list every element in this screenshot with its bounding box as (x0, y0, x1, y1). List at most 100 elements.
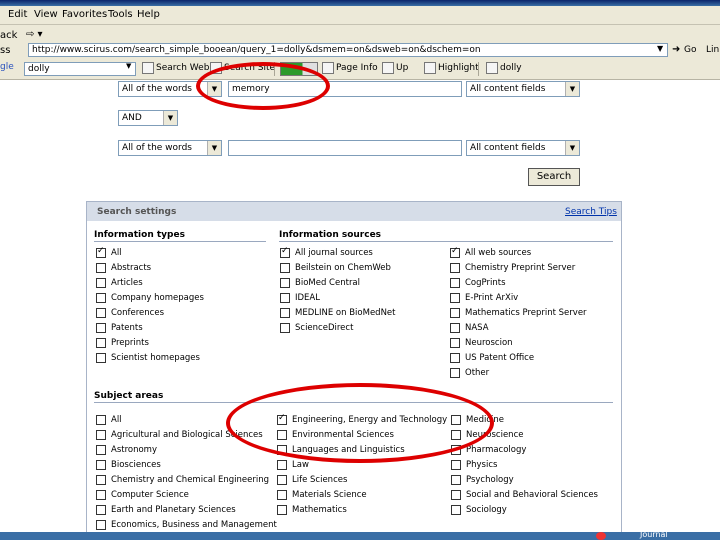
checkbox[interactable] (96, 293, 106, 303)
checkbox[interactable] (96, 505, 106, 515)
checkbox-row[interactable]: Abstracts (96, 263, 151, 273)
checkbox[interactable] (96, 430, 106, 440)
checkbox-row[interactable]: Agricultural and Biological Sciences (96, 430, 263, 440)
checkbox-row[interactable]: Company homepages (96, 293, 204, 303)
checkbox-row[interactable]: Sociology (451, 505, 507, 515)
checkbox[interactable] (96, 278, 106, 288)
checkbox[interactable] (96, 520, 106, 530)
checkbox-row[interactable]: IDEAL (280, 293, 320, 303)
checkbox-row[interactable]: Law (277, 460, 309, 470)
checkbox-row[interactable]: Psychology (451, 475, 514, 485)
checkbox[interactable] (277, 460, 287, 470)
checkbox[interactable] (277, 475, 287, 485)
checkbox[interactable] (280, 323, 290, 333)
checkbox-row[interactable]: E-Print ArXiv (450, 293, 518, 303)
checkbox-row[interactable]: MEDLINE on BioMedNet (280, 308, 396, 318)
checkbox[interactable] (96, 263, 106, 273)
checkbox-row[interactable]: Engineering, Energy and Technology (277, 413, 447, 425)
checkbox[interactable] (451, 505, 461, 515)
checkbox-row[interactable]: Computer Science (96, 490, 189, 500)
checkbox[interactable] (451, 415, 461, 425)
checkbox-row[interactable]: Life Sciences (277, 475, 347, 485)
checkbox-row[interactable]: Beilstein on ChemWeb (280, 263, 391, 273)
checkbox[interactable] (96, 338, 106, 348)
checkbox-row[interactable]: Other (450, 368, 489, 378)
checkbox-row[interactable]: NASA (450, 323, 489, 333)
checkbox[interactable] (96, 323, 106, 333)
checkbox-row[interactable]: Languages and Linguistics (277, 445, 405, 455)
up-button[interactable]: Up (382, 62, 408, 74)
checkbox[interactable] (96, 460, 106, 470)
checkbox-row[interactable]: Social and Behavioral Sciences (451, 490, 598, 500)
checkbox[interactable] (450, 293, 460, 303)
taskbar-item[interactable]: Journal (640, 530, 668, 539)
checkbox[interactable] (280, 263, 290, 273)
menu-favorites[interactable]: Favorites (62, 9, 107, 20)
checkbox-row[interactable]: Mathematics Preprint Server (450, 308, 587, 318)
checkbox[interactable] (450, 368, 460, 378)
checkbox-row[interactable]: Environmental Sciences (277, 430, 394, 440)
menu-help[interactable]: Help (137, 9, 160, 20)
checkbox-row[interactable]: All (96, 246, 122, 258)
fields-select-1[interactable]: All content fields ▼ (466, 81, 580, 97)
menu-tools[interactable]: Tools (108, 9, 133, 20)
checkbox[interactable] (96, 475, 106, 485)
checkbox-row[interactable]: Materials Science (277, 490, 367, 500)
checkbox[interactable] (277, 430, 287, 440)
checkbox[interactable] (277, 490, 287, 500)
checkbox-row[interactable]: CogPrints (450, 278, 506, 288)
go-arrow-icon[interactable]: ➜ (672, 44, 680, 55)
checkbox-row[interactable]: Chemistry Preprint Server (450, 263, 575, 273)
checkbox[interactable] (451, 490, 461, 500)
checkbox-checked[interactable] (96, 246, 106, 258)
checkbox-row[interactable]: Medicine (451, 415, 504, 425)
checkbox-row[interactable]: Pharmacology (451, 445, 526, 455)
highlight-button[interactable]: Highlight (424, 62, 479, 74)
checkbox-row[interactable]: Physics (451, 460, 497, 470)
checkbox[interactable] (280, 308, 290, 318)
checkbox[interactable] (277, 505, 287, 515)
checkbox-checked[interactable] (450, 246, 460, 258)
checkbox[interactable] (450, 323, 460, 333)
checkbox-row[interactable]: Mathematics (277, 505, 347, 515)
checkbox-checked[interactable] (280, 246, 290, 258)
checkbox[interactable] (280, 293, 290, 303)
query-input-1[interactable]: memory (228, 81, 462, 97)
query-input-2[interactable] (228, 140, 462, 156)
operator-select[interactable]: AND ▼ (118, 110, 178, 126)
back-button[interactable]: ack (0, 30, 17, 41)
checkbox[interactable] (96, 490, 106, 500)
checkbox-row[interactable]: Conferences (96, 308, 164, 318)
address-dropdown-icon[interactable]: ▼ (657, 44, 663, 53)
checkbox[interactable] (450, 263, 460, 273)
checkbox-row[interactable]: Patents (96, 323, 143, 333)
address-input[interactable]: http://www.scirus.com/search_simple_booe… (28, 43, 668, 57)
checkbox[interactable] (451, 460, 461, 470)
checkbox-row[interactable]: Neuroscion (450, 338, 513, 348)
links-label[interactable]: Lin (706, 45, 719, 55)
checkbox[interactable] (450, 278, 460, 288)
fields-select-2[interactable]: All content fields ▼ (466, 140, 580, 156)
checkbox[interactable] (451, 445, 461, 455)
checkbox[interactable] (451, 430, 461, 440)
checkbox-row[interactable]: All (96, 415, 122, 425)
scope-select-2[interactable]: All of the words ▼ (118, 140, 222, 156)
checkbox-row[interactable]: BioMed Central (280, 278, 360, 288)
scope-select-1[interactable]: All of the words ▼ (118, 81, 222, 97)
go-button[interactable]: Go (684, 45, 696, 55)
checkbox-row[interactable]: Economics, Business and Management (96, 520, 277, 530)
checkbox-row[interactable]: Preprints (96, 338, 149, 348)
checkbox-row[interactable]: Biosciences (96, 460, 161, 470)
menu-edit[interactable]: Edit (8, 9, 27, 20)
checkbox-row[interactable]: Astronomy (96, 445, 157, 455)
checkbox-row[interactable]: All web sources (450, 246, 531, 258)
checkbox-row[interactable]: Articles (96, 278, 143, 288)
checkbox[interactable] (277, 445, 287, 455)
page-info-button[interactable]: Page Info (322, 62, 378, 74)
checkbox[interactable] (450, 338, 460, 348)
checkbox-row[interactable]: Chemistry and Chemical Engineering (96, 475, 269, 485)
google-search-input[interactable]: dolly (24, 62, 136, 76)
search-site-button[interactable]: Search Site (210, 62, 275, 74)
term-button[interactable]: dolly (486, 62, 522, 74)
google-dropdown-icon[interactable]: ▼ (126, 62, 131, 70)
